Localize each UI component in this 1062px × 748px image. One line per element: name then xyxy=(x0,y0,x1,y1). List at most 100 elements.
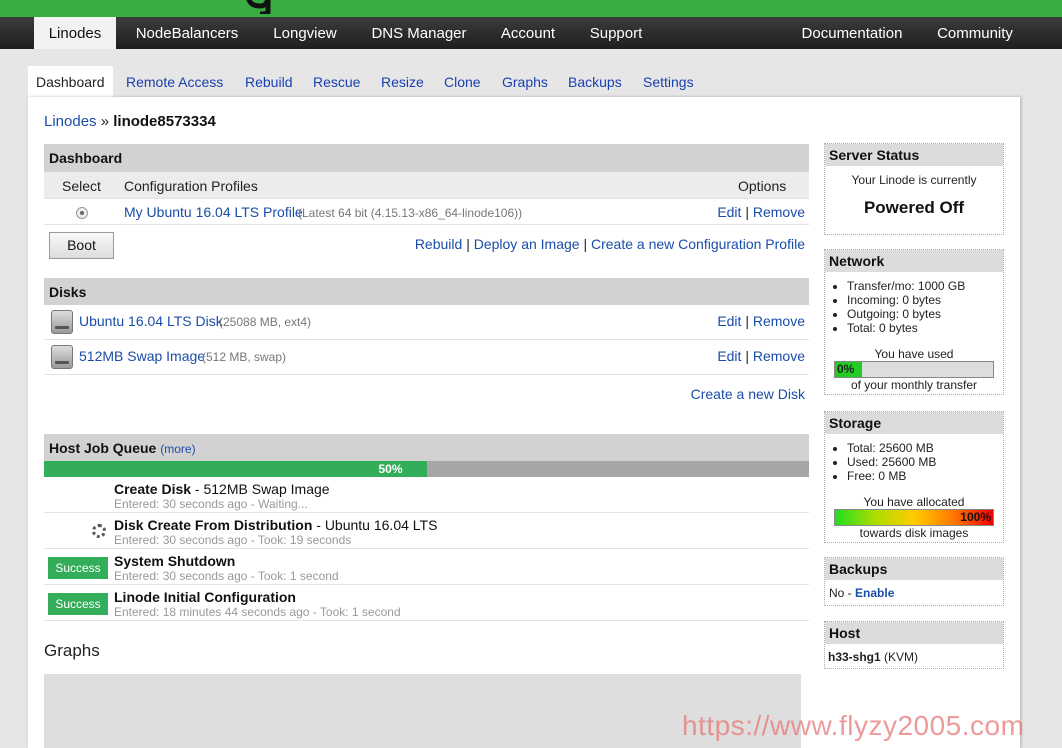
rebuild-link[interactable]: Rebuild xyxy=(415,236,462,252)
profile-detail: (Latest 64 bit (4.15.13-x86_64-linode106… xyxy=(298,206,523,220)
breadcrumb-current: linode8573334 xyxy=(113,113,216,130)
tab-dashboard[interactable]: Dashboard xyxy=(28,66,113,97)
server-status-state: Powered Off xyxy=(863,198,965,217)
hard-disk-icon xyxy=(51,310,73,334)
disk-options: Edit | Remove xyxy=(717,313,805,329)
breadcrumb: Linodes » linode8573334 xyxy=(44,113,216,130)
job-meta: Entered: 30 seconds ago - Took: 1 second xyxy=(114,569,339,583)
main-panel: Linodes » linode8573334 Dashboard Select… xyxy=(28,97,1020,748)
job-row: Disk Create From Distribution - Ubuntu 1… xyxy=(44,513,809,549)
profile-remove-link[interactable]: Remove xyxy=(753,204,805,220)
hard-disk-icon xyxy=(51,345,73,369)
top-nav-dns-manager[interactable]: DNS Manager xyxy=(360,17,478,49)
logo-fragment-icon xyxy=(246,0,271,14)
dashboard-actions: Rebuild | Deploy an Image | Create a new… xyxy=(415,236,805,252)
backups-enable-link[interactable]: Enable xyxy=(855,586,894,600)
host-info: h33-shg1 (KVM) xyxy=(825,644,1003,670)
actions-separator: | xyxy=(466,236,470,252)
success-badge: Success xyxy=(48,557,108,579)
success-badge: Success xyxy=(48,593,108,615)
deploy-image-link[interactable]: Deploy an Image xyxy=(474,236,580,252)
job-meta: Entered: 18 minutes 44 seconds ago - Too… xyxy=(114,605,401,619)
server-status-box: Server Status Your Linode is currently P… xyxy=(824,143,1004,235)
tab-resize[interactable]: Resize xyxy=(381,66,424,97)
host-type: (KVM) xyxy=(884,650,919,664)
options-separator: | xyxy=(745,204,749,220)
tab-remote-access[interactable]: Remote Access xyxy=(126,66,223,97)
transfer-meter-label: 0% xyxy=(837,362,855,376)
tab-backups[interactable]: Backups xyxy=(568,66,622,97)
storage-allocated-label: You have allocated xyxy=(863,495,965,509)
backups-status: No - Enable xyxy=(825,580,1003,606)
graphs-heading: Graphs xyxy=(44,641,100,660)
job-progress-fill xyxy=(44,461,427,477)
top-nav-longview[interactable]: Longview xyxy=(262,17,348,49)
disk-link[interactable]: Ubuntu 16.04 LTS Disk xyxy=(79,313,223,329)
network-stat: Outgoing: 0 bytes xyxy=(847,307,1003,321)
job-queue-title: Host Job Queue xyxy=(49,440,157,456)
disk-edit-link[interactable]: Edit xyxy=(717,348,741,364)
tab-graphs[interactable]: Graphs xyxy=(502,66,548,97)
tab-settings[interactable]: Settings xyxy=(643,66,694,97)
watermark: https://www.flyzy2005.com xyxy=(682,710,1025,741)
profile-link[interactable]: My Ubuntu 16.04 LTS Profile xyxy=(124,204,303,220)
loading-spinner-icon xyxy=(92,524,106,538)
tab-clone[interactable]: Clone xyxy=(444,66,481,97)
job-title: System Shutdown xyxy=(114,553,236,569)
network-box: Network Transfer/mo: 1000 GB Incoming: 0… xyxy=(824,249,1004,395)
backups-heading: Backups xyxy=(825,558,1003,580)
backups-status-value: No xyxy=(829,586,845,600)
storage-meter: 100% xyxy=(834,509,994,526)
create-disk-link[interactable]: Create a new Disk xyxy=(691,386,805,402)
top-nav-nodebalancers[interactable]: NodeBalancers xyxy=(124,17,250,49)
network-stat: Transfer/mo: 1000 GB xyxy=(847,279,1003,293)
boot-button[interactable]: Boot xyxy=(49,232,114,259)
job-title: Linode Initial Configuration xyxy=(114,589,296,605)
disk-link[interactable]: 512MB Swap Image xyxy=(79,348,205,364)
storage-after-label: towards disk images xyxy=(859,526,969,540)
brand-bar xyxy=(0,0,1062,17)
storage-heading: Storage xyxy=(825,412,1003,434)
job-meta: Entered: 30 seconds ago - Waiting... xyxy=(114,497,308,511)
job-progress-bar: 50% xyxy=(44,461,809,477)
disk-edit-link[interactable]: Edit xyxy=(717,313,741,329)
job-row: Success Linode Initial Configuration Ent… xyxy=(44,585,809,621)
profile-row: My Ubuntu 16.04 LTS Profile (Latest 64 b… xyxy=(44,199,809,225)
storage-stat: Used: 25600 MB xyxy=(847,455,1003,469)
tab-rebuild[interactable]: Rebuild xyxy=(245,66,292,97)
disk-row: 512MB Swap Image (512 MB, swap) Edit | R… xyxy=(44,340,809,375)
server-status-line: Your Linode is currently xyxy=(851,173,977,187)
top-nav-support[interactable]: Support xyxy=(580,17,652,49)
disk-detail: (512 MB, swap) xyxy=(202,350,287,364)
network-stat: Total: 0 bytes xyxy=(847,321,1003,335)
host-name: h33-shg1 xyxy=(828,650,881,664)
disk-detail: (25088 MB, ext4) xyxy=(219,315,312,329)
disks-heading: Disks xyxy=(44,278,809,305)
backups-box: Backups No - Enable xyxy=(824,557,1004,606)
breadcrumb-linodes-link[interactable]: Linodes xyxy=(44,113,97,130)
col-profiles: Configuration Profiles xyxy=(124,178,258,194)
host-box: Host h33-shg1 (KVM) xyxy=(824,621,1004,669)
network-heading: Network xyxy=(825,250,1003,272)
disk-options: Edit | Remove xyxy=(717,348,805,364)
top-nav-account[interactable]: Account xyxy=(490,17,566,49)
disk-row: Ubuntu 16.04 LTS Disk (25088 MB, ext4) E… xyxy=(44,305,809,340)
top-nav-community[interactable]: Community xyxy=(926,17,1024,49)
col-options: Options xyxy=(738,178,787,194)
top-nav-linodes[interactable]: Linodes xyxy=(34,17,116,49)
top-nav-documentation[interactable]: Documentation xyxy=(792,17,912,49)
disk-remove-link[interactable]: Remove xyxy=(753,348,805,364)
profile-radio[interactable] xyxy=(76,207,88,219)
disk-remove-link[interactable]: Remove xyxy=(753,313,805,329)
network-after-label: of your monthly transfer xyxy=(850,378,978,392)
job-meta: Entered: 30 seconds ago - Took: 19 secon… xyxy=(114,533,352,547)
job-queue-more-link[interactable]: (more) xyxy=(160,442,195,456)
network-stats: Transfer/mo: 1000 GB Incoming: 0 bytes O… xyxy=(847,272,1003,335)
profile-edit-link[interactable]: Edit xyxy=(717,204,741,220)
job-row: Success System Shutdown Entered: 30 seco… xyxy=(44,549,809,585)
job-title: Create Disk - 512MB Swap Image xyxy=(114,481,330,497)
network-stat: Incoming: 0 bytes xyxy=(847,293,1003,307)
create-profile-link[interactable]: Create a new Configuration Profile xyxy=(591,236,805,252)
options-separator: | xyxy=(745,348,749,364)
tab-rescue[interactable]: Rescue xyxy=(313,66,360,97)
